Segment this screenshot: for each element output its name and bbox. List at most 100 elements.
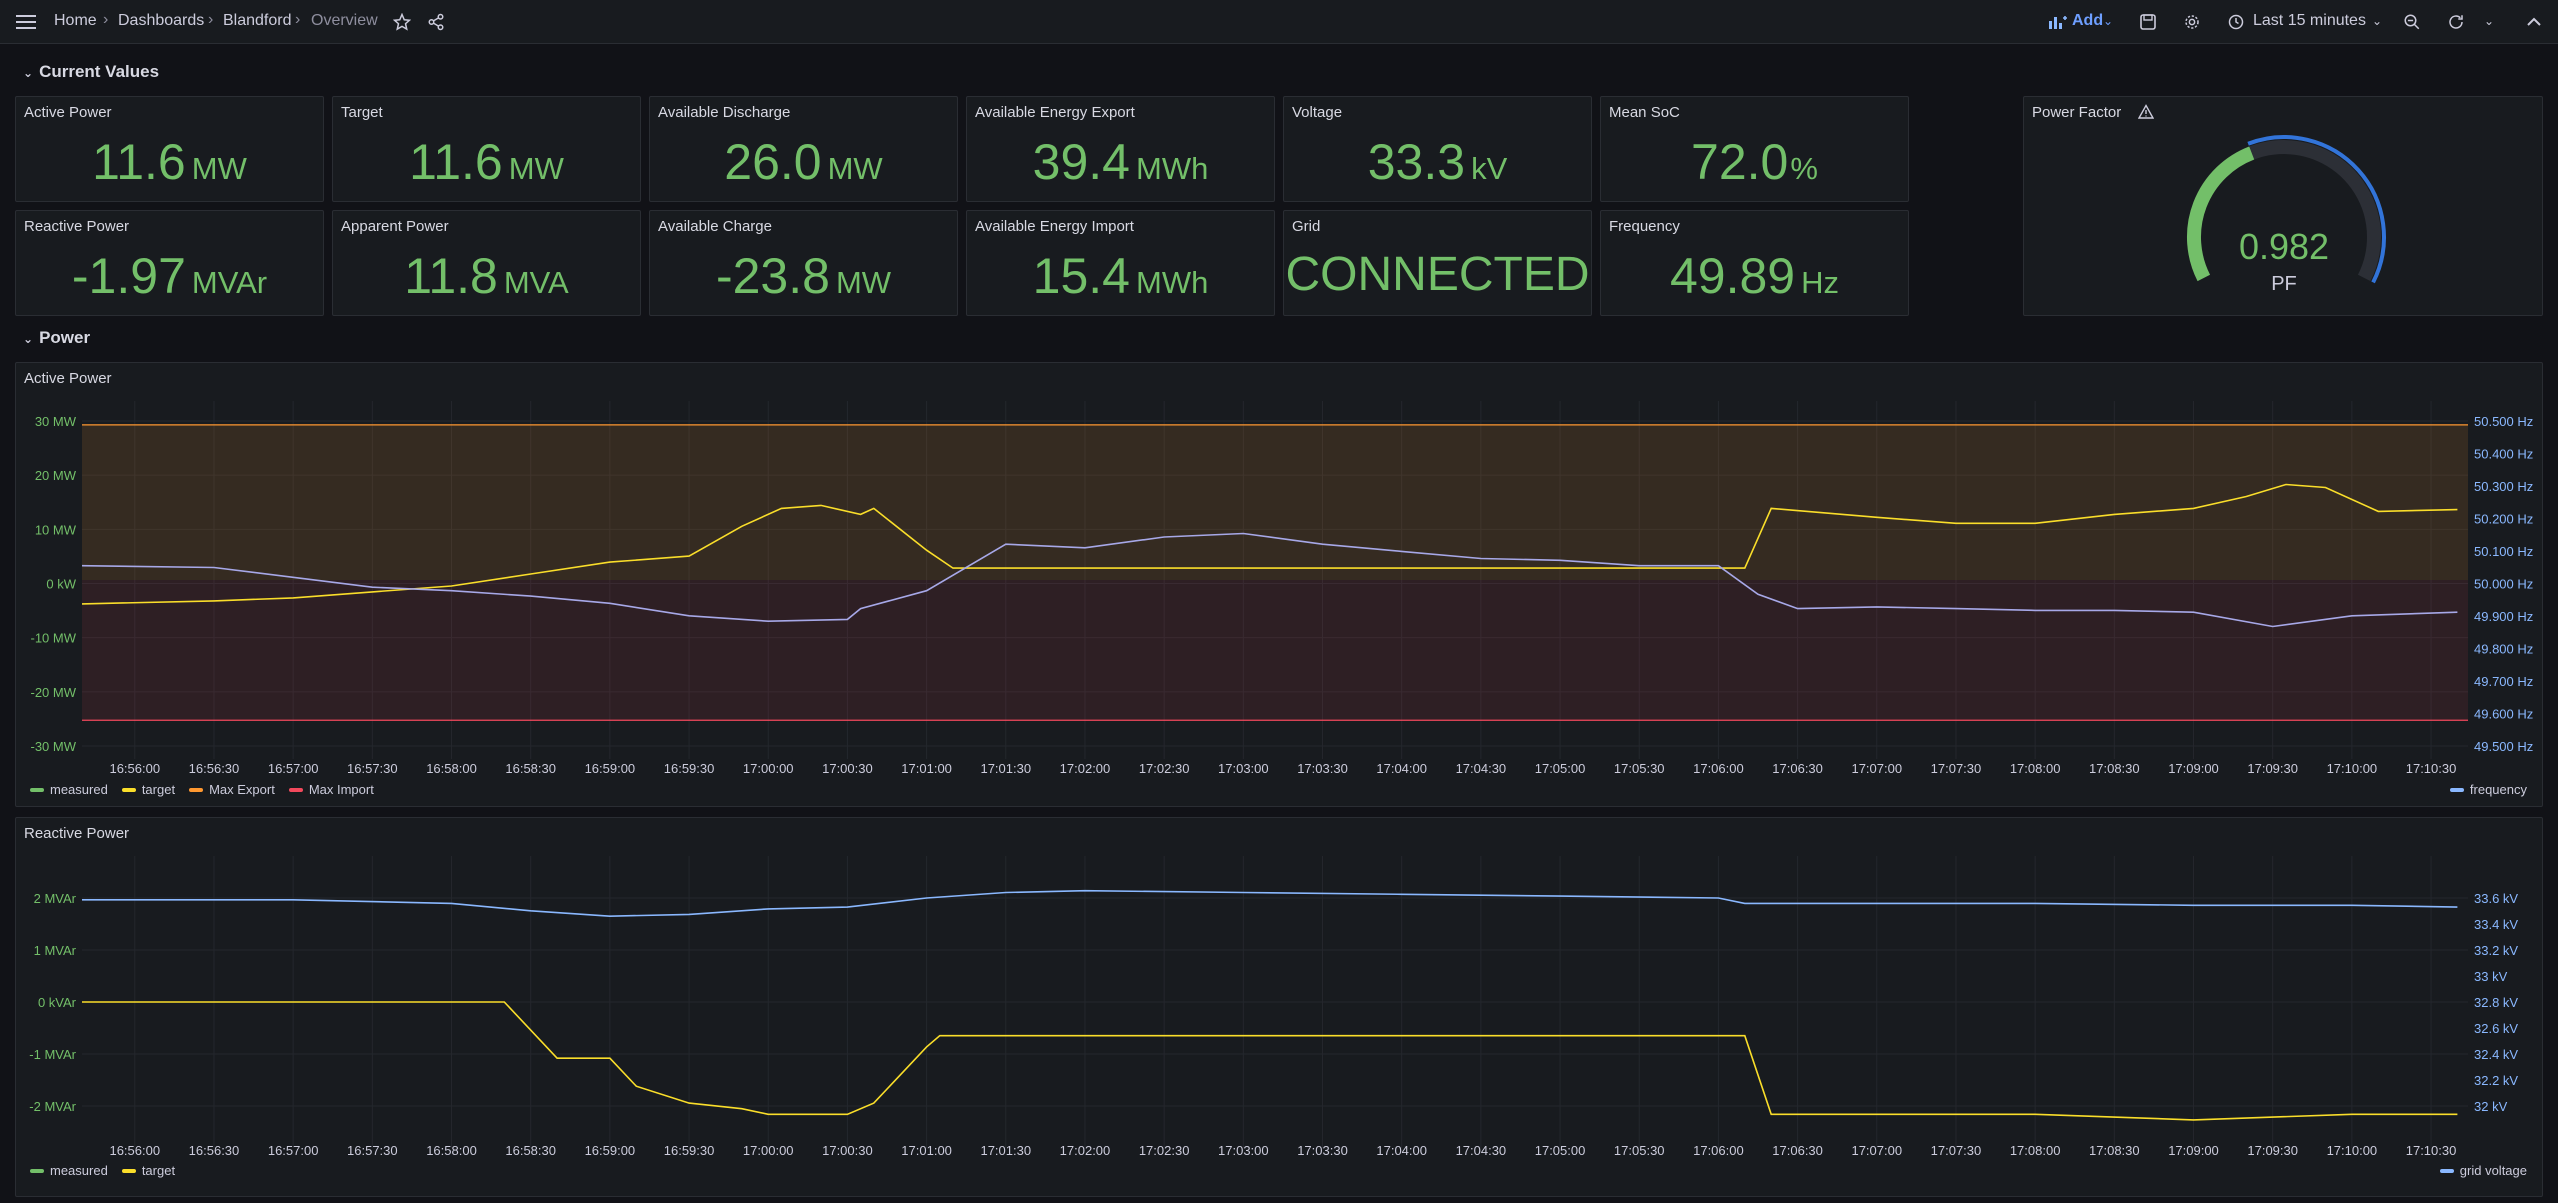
stat-panel-grid[interactable]: Grid CONNECTED (1283, 210, 1592, 316)
chevron-down-icon[interactable]: ⌄ (2372, 14, 2382, 28)
breadcrumb-home[interactable]: Home (54, 12, 97, 30)
stat-value: 72.0% (1691, 134, 1818, 190)
stat-panel-available-charge[interactable]: Available Charge -23.8 MW (649, 210, 958, 316)
series-line-grid-voltage (82, 889, 2458, 918)
panel-title: Frequency (1609, 218, 1680, 235)
add-button[interactable]: Add (2072, 12, 2103, 30)
stat-panel-energy-export[interactable]: Available Energy Export 39.4 MWh (966, 96, 1275, 202)
x-tick-label: 17:08:30 (2089, 761, 2140, 776)
stat-panel-apparent-power[interactable]: Apparent Power 11.8 MVA (332, 210, 641, 316)
y2-tick-label: 50.200 Hz (2474, 512, 2533, 527)
stat-value: 33.3 kV (1367, 134, 1508, 190)
breadcrumb-dashboards[interactable]: Dashboards (118, 12, 204, 30)
y2-tick-label: 50.300 Hz (2474, 479, 2533, 494)
add-panel-icon[interactable] (2046, 10, 2070, 34)
panel-title: Target (341, 104, 383, 121)
x-tick-label: 17:00:00 (743, 761, 794, 776)
x-tick-label: 17:07:30 (1931, 1143, 1982, 1158)
stat-panel-mean-soc[interactable]: Mean SoC 72.0% (1600, 96, 1909, 202)
x-tick-label: 17:01:00 (901, 1143, 952, 1158)
star-icon[interactable] (390, 10, 414, 34)
stat-panel-available-discharge[interactable]: Available Discharge 26.0 MW (649, 96, 958, 202)
x-tick-label: 17:08:30 (2089, 1143, 2140, 1158)
legend-item-target[interactable]: target (121, 1163, 175, 1178)
legend-item-grid-voltage[interactable]: grid voltage (2439, 1163, 2527, 1178)
row-title-text: Power (39, 328, 91, 347)
y2-tick-label: 49.500 Hz (2474, 739, 2533, 754)
timeseries-panel-active-power[interactable]: Active Power 30 MW 20 MW 10 MW 0 kW -10 MW -2… (15, 362, 2543, 807)
max-export-band (82, 424, 2468, 580)
top-navigation: Home › Dashboards › Blandford › Overview… (0, 0, 2558, 44)
gauge-panel-power-factor[interactable]: Power Factor 0.982 PF (2023, 96, 2543, 316)
gauge-unit: PF (2271, 273, 2297, 295)
zoom-out-icon[interactable] (2400, 10, 2424, 34)
timeseries-panel-reactive-power[interactable]: Reactive Power 2 MVAr 1 MVAr 0 kVAr -1 MVAr… (15, 817, 2543, 1197)
x-tick-label: 17:03:00 (1218, 761, 1269, 776)
refresh-icon[interactable] (2444, 10, 2468, 34)
legend-item-measured[interactable]: measured (30, 782, 108, 797)
panel-title: Active Power (24, 104, 112, 121)
x-tick-label: 17:05:30 (1614, 761, 1665, 776)
chevron-right-icon: › (103, 11, 109, 28)
stat-panel-voltage[interactable]: Voltage 33.3 kV (1283, 96, 1592, 202)
share-icon[interactable] (424, 10, 448, 34)
y-tick-label: -10 MW (31, 631, 77, 646)
row-current-values[interactable]: ⌄ Current Values (23, 62, 159, 82)
x-tick-label: 17:10:00 (2327, 761, 2378, 776)
stat-panel-energy-import[interactable]: Available Energy Import 15.4 MWh (966, 210, 1275, 316)
y2-tick-label: 32.2 kV (2474, 1073, 2518, 1088)
legend-item-measured[interactable]: measured (30, 1163, 108, 1178)
y2-tick-label: 50.000 Hz (2474, 577, 2533, 592)
x-tick-label: 17:10:00 (2327, 1143, 2378, 1158)
legend-item-target[interactable]: target (121, 782, 175, 797)
stat-panel-target[interactable]: Target 11.6 MW (332, 96, 641, 202)
chart-legend-right: grid voltage (2439, 1163, 2527, 1178)
active-power-chart[interactable]: 30 MW 20 MW 10 MW 0 kW -10 MW -20 MW -30 MW 50.… (16, 363, 2544, 808)
x-tick-label: 17:07:00 (1851, 1143, 1902, 1158)
y-tick-label: 1 MVAr (34, 943, 77, 958)
stat-value: 15.4 MWh (1032, 248, 1209, 304)
x-tick-label: 17:04:00 (1376, 1143, 1427, 1158)
chevron-down-icon[interactable]: ⌄ (2103, 14, 2113, 28)
x-tick-label: 17:04:30 (1456, 761, 1507, 776)
chart-legend: measured target (30, 1163, 189, 1178)
stat-panel-reactive-power[interactable]: Reactive Power -1.97 MVAr (15, 210, 324, 316)
row-power[interactable]: ⌄ Power (23, 328, 90, 348)
stat-panel-active-power[interactable]: Active Power 11.6 MW (15, 96, 324, 202)
y-tick-label: 30 MW (35, 414, 77, 429)
x-tick-label: 17:06:00 (1693, 761, 1744, 776)
x-tick-label: 17:08:00 (2010, 761, 2061, 776)
legend-item-max-import[interactable]: Max Import (288, 782, 374, 797)
y2-tick-label: 33 kV (2474, 969, 2508, 984)
reactive-power-chart[interactable]: 2 MVAr 1 MVAr 0 kVAr -1 MVAr -2 MVAr 33.6 kV 3… (16, 818, 2544, 1198)
y2-tick-label: 32.6 kV (2474, 1021, 2518, 1036)
time-range-picker[interactable]: Last 15 minutes (2253, 12, 2366, 30)
x-tick-label: 16:56:00 (109, 761, 160, 776)
gauge-value: 0.982 (2238, 226, 2330, 267)
x-tick-label: 17:02:00 (1060, 1143, 1111, 1158)
breadcrumb-folder[interactable]: Blandford (223, 12, 292, 30)
y2-tick-label: 49.700 Hz (2474, 674, 2533, 689)
x-tick-label: 16:56:00 (109, 1143, 160, 1158)
panel-title: Available Discharge (658, 104, 791, 121)
x-tick-label: 17:00:30 (822, 761, 873, 776)
x-tick-label: 16:58:30 (505, 1143, 556, 1158)
chevron-up-icon[interactable] (2522, 10, 2546, 34)
y2-tick-label: 33.2 kV (2474, 943, 2518, 958)
stat-panel-frequency[interactable]: Frequency 49.89 Hz (1600, 210, 1909, 316)
gear-icon[interactable] (2180, 10, 2204, 34)
x-tick-label: 16:56:30 (189, 761, 240, 776)
chevron-down-icon: ⌄ (23, 332, 34, 346)
panel-title: Available Energy Import (975, 218, 1134, 235)
y2-tick-label: 49.600 Hz (2474, 707, 2533, 722)
legend-item-frequency[interactable]: frequency (2449, 782, 2527, 797)
clock-icon (2224, 10, 2248, 34)
x-tick-label: 17:02:00 (1060, 761, 1111, 776)
legend-item-max-export[interactable]: Max Export (189, 782, 275, 797)
chevron-down-icon[interactable]: ⌄ (2484, 14, 2494, 28)
menu-icon[interactable] (14, 10, 38, 34)
save-icon[interactable] (2136, 10, 2160, 34)
x-tick-label: 17:09:30 (2247, 761, 2298, 776)
x-tick-label: 17:05:00 (1535, 761, 1586, 776)
panel-title: Available Energy Export (975, 104, 1135, 121)
